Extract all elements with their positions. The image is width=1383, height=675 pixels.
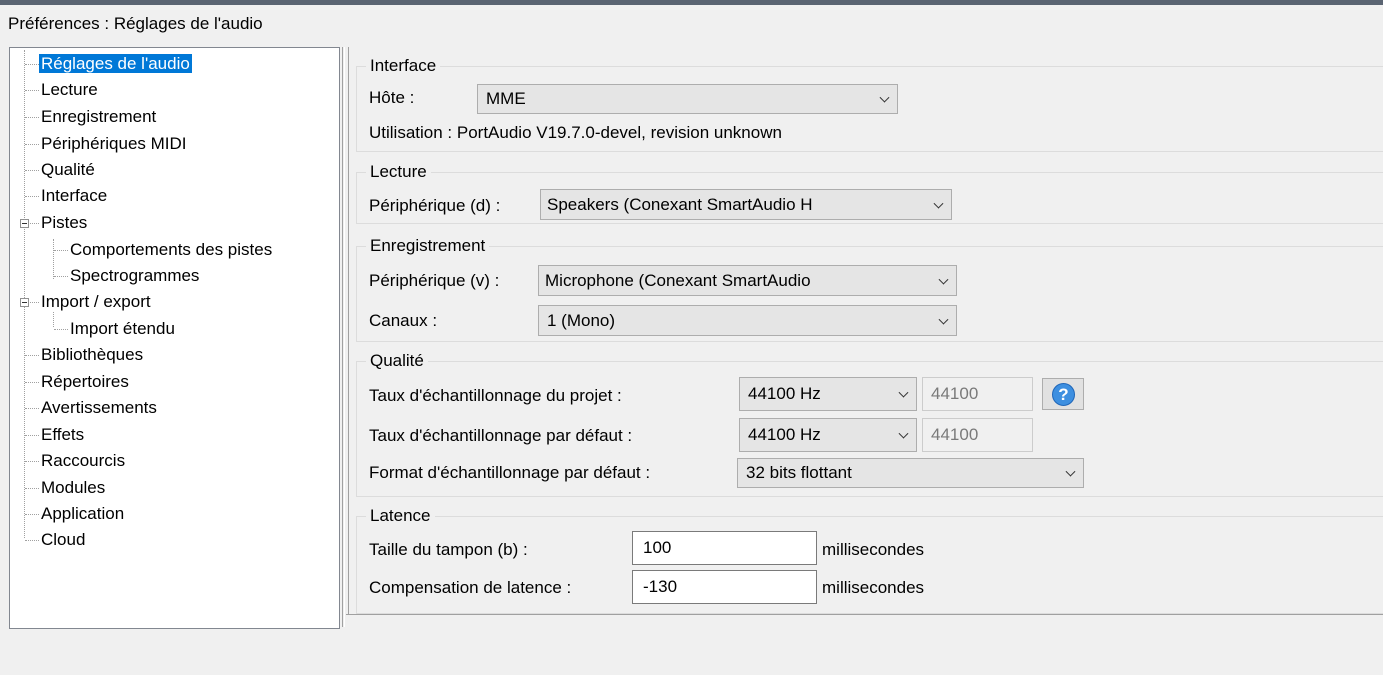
tree-connector — [24, 50, 25, 538]
tree-item-enregistrement[interactable]: Enregistrement — [39, 105, 158, 129]
buffer-input[interactable]: 100 — [632, 531, 817, 565]
compensation-label: Compensation de latence : — [369, 578, 572, 597]
chevron-down-icon — [1065, 466, 1076, 477]
compensation-unit: millisecondes — [822, 578, 925, 597]
chevron-down-icon — [933, 198, 944, 209]
tree-item-qualite[interactable]: Qualité — [39, 158, 97, 182]
tree-connector — [53, 239, 54, 279]
channels-dropdown[interactable]: 1 (Mono) — [538, 305, 957, 336]
panel-splitter — [342, 47, 345, 627]
default-rate-dropdown[interactable]: 44100 Hz — [739, 418, 917, 452]
project-rate-dropdown[interactable]: 44100 Hz — [739, 377, 917, 411]
tree-item-modules[interactable]: Modules — [39, 476, 107, 500]
help-button[interactable]: ? — [1042, 378, 1084, 410]
quality-group-title: Qualité — [366, 351, 428, 371]
chevron-down-icon — [898, 428, 909, 439]
chevron-down-icon — [898, 387, 909, 398]
default-rate-input[interactable]: 44100 — [922, 418, 1033, 452]
tree-item-interface[interactable]: Interface — [39, 184, 109, 208]
default-rate-label: Taux d'échantillonnage par défaut : — [369, 426, 633, 445]
latency-group-title: Latence — [366, 506, 435, 526]
channels-label: Canaux : — [369, 311, 438, 330]
tree-item-comportements-pistes[interactable]: Comportements des pistes — [68, 238, 274, 262]
buffer-unit: millisecondes — [822, 540, 925, 559]
recording-device-dropdown[interactable]: Microphone (Conexant SmartAudio — [538, 265, 957, 296]
buffer-label: Taille du tampon (b) : — [369, 540, 528, 559]
tree-item-bibliotheques[interactable]: Bibliothèques — [39, 343, 145, 367]
recording-group-title: Enregistrement — [366, 236, 490, 256]
compensation-input[interactable]: -130 — [632, 570, 817, 604]
tree-item-application[interactable]: Application — [39, 502, 126, 526]
format-label: Format d'échantillonnage par défaut : — [369, 463, 651, 482]
tree-item-import-export[interactable]: Import / export — [39, 290, 153, 314]
tree-item-effets[interactable]: Effets — [39, 423, 86, 447]
collapse-icon[interactable] — [20, 298, 29, 307]
host-dropdown[interactable]: MME — [477, 84, 898, 114]
tree-item-reglages-audio[interactable]: Réglages de l'audio — [39, 52, 192, 76]
window-title: Préférences : Réglages de l'audio — [8, 14, 263, 33]
collapse-icon[interactable] — [20, 219, 29, 228]
format-dropdown[interactable]: 32 bits flottant — [737, 458, 1084, 488]
chevron-down-icon — [879, 92, 890, 103]
tree-item-avertissements[interactable]: Avertissements — [39, 396, 159, 420]
host-label: Hôte : — [369, 88, 415, 107]
usage-text: Utilisation : PortAudio V19.7.0-devel, r… — [369, 123, 782, 142]
tree-item-cloud[interactable]: Cloud — [39, 528, 87, 552]
chevron-down-icon — [938, 314, 949, 325]
tree-item-lecture[interactable]: Lecture — [39, 78, 100, 102]
recording-device-label: Périphérique (v) : — [369, 271, 500, 290]
project-rate-input[interactable]: 44100 — [922, 377, 1033, 411]
project-rate-label: Taux d'échantillonnage du projet : — [369, 386, 622, 405]
tree-item-repertoires[interactable]: Répertoires — [39, 370, 131, 394]
tree-item-spectrogrammes[interactable]: Spectrogrammes — [68, 264, 201, 288]
help-icon: ? — [1052, 383, 1075, 406]
playback-device-dropdown[interactable]: Speakers (Conexant SmartAudio H — [540, 189, 952, 220]
window-top-border — [0, 0, 1383, 5]
interface-group-title: Interface — [366, 56, 441, 76]
playback-device-label: Périphérique (d) : — [369, 196, 501, 215]
preferences-tree[interactable]: Réglages de l'audio Lecture Enregistreme… — [9, 47, 340, 629]
playback-group-title: Lecture — [366, 162, 431, 182]
chevron-down-icon — [938, 274, 949, 285]
tree-item-pistes[interactable]: Pistes — [39, 211, 89, 235]
tree-connector — [53, 312, 54, 327]
tree-item-import-etendu[interactable]: Import étendu — [68, 317, 177, 341]
latency-group — [356, 516, 1383, 614]
tree-item-raccourcis[interactable]: Raccourcis — [39, 449, 127, 473]
tree-item-midi[interactable]: Périphériques MIDI — [39, 132, 189, 156]
